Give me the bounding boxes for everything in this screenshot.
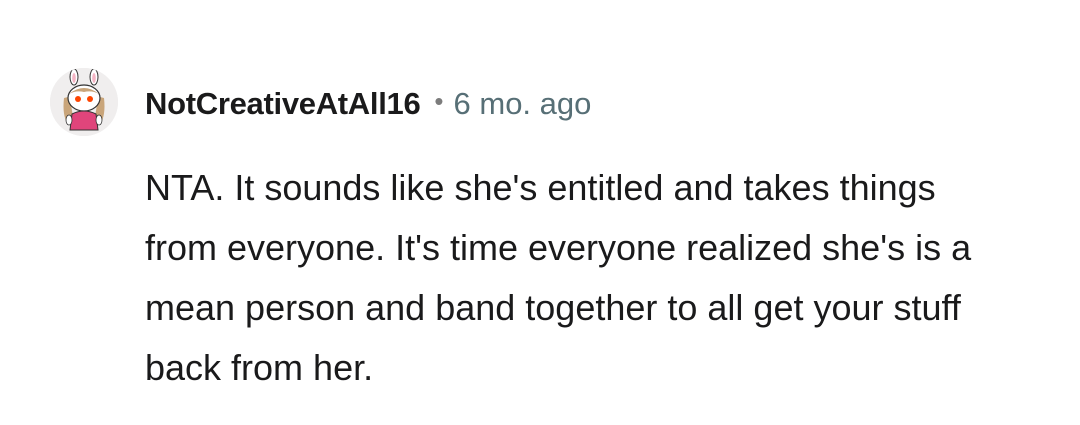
comment-author[interactable]: NotCreativeAtAll16 xyxy=(145,86,421,122)
user-avatar[interactable] xyxy=(50,68,118,136)
comment-meta: NotCreativeAtAll16 • 6 mo. ago xyxy=(145,84,591,124)
snoo-avatar-icon xyxy=(50,68,118,136)
comment-body: NTA. It sounds like she's entitled and t… xyxy=(145,167,972,388)
comment-timestamp[interactable]: 6 mo. ago xyxy=(454,86,592,122)
meta-separator: • xyxy=(434,85,444,116)
comment: NotCreativeAtAll16 • 6 mo. ago NTA. It s… xyxy=(0,0,1080,425)
